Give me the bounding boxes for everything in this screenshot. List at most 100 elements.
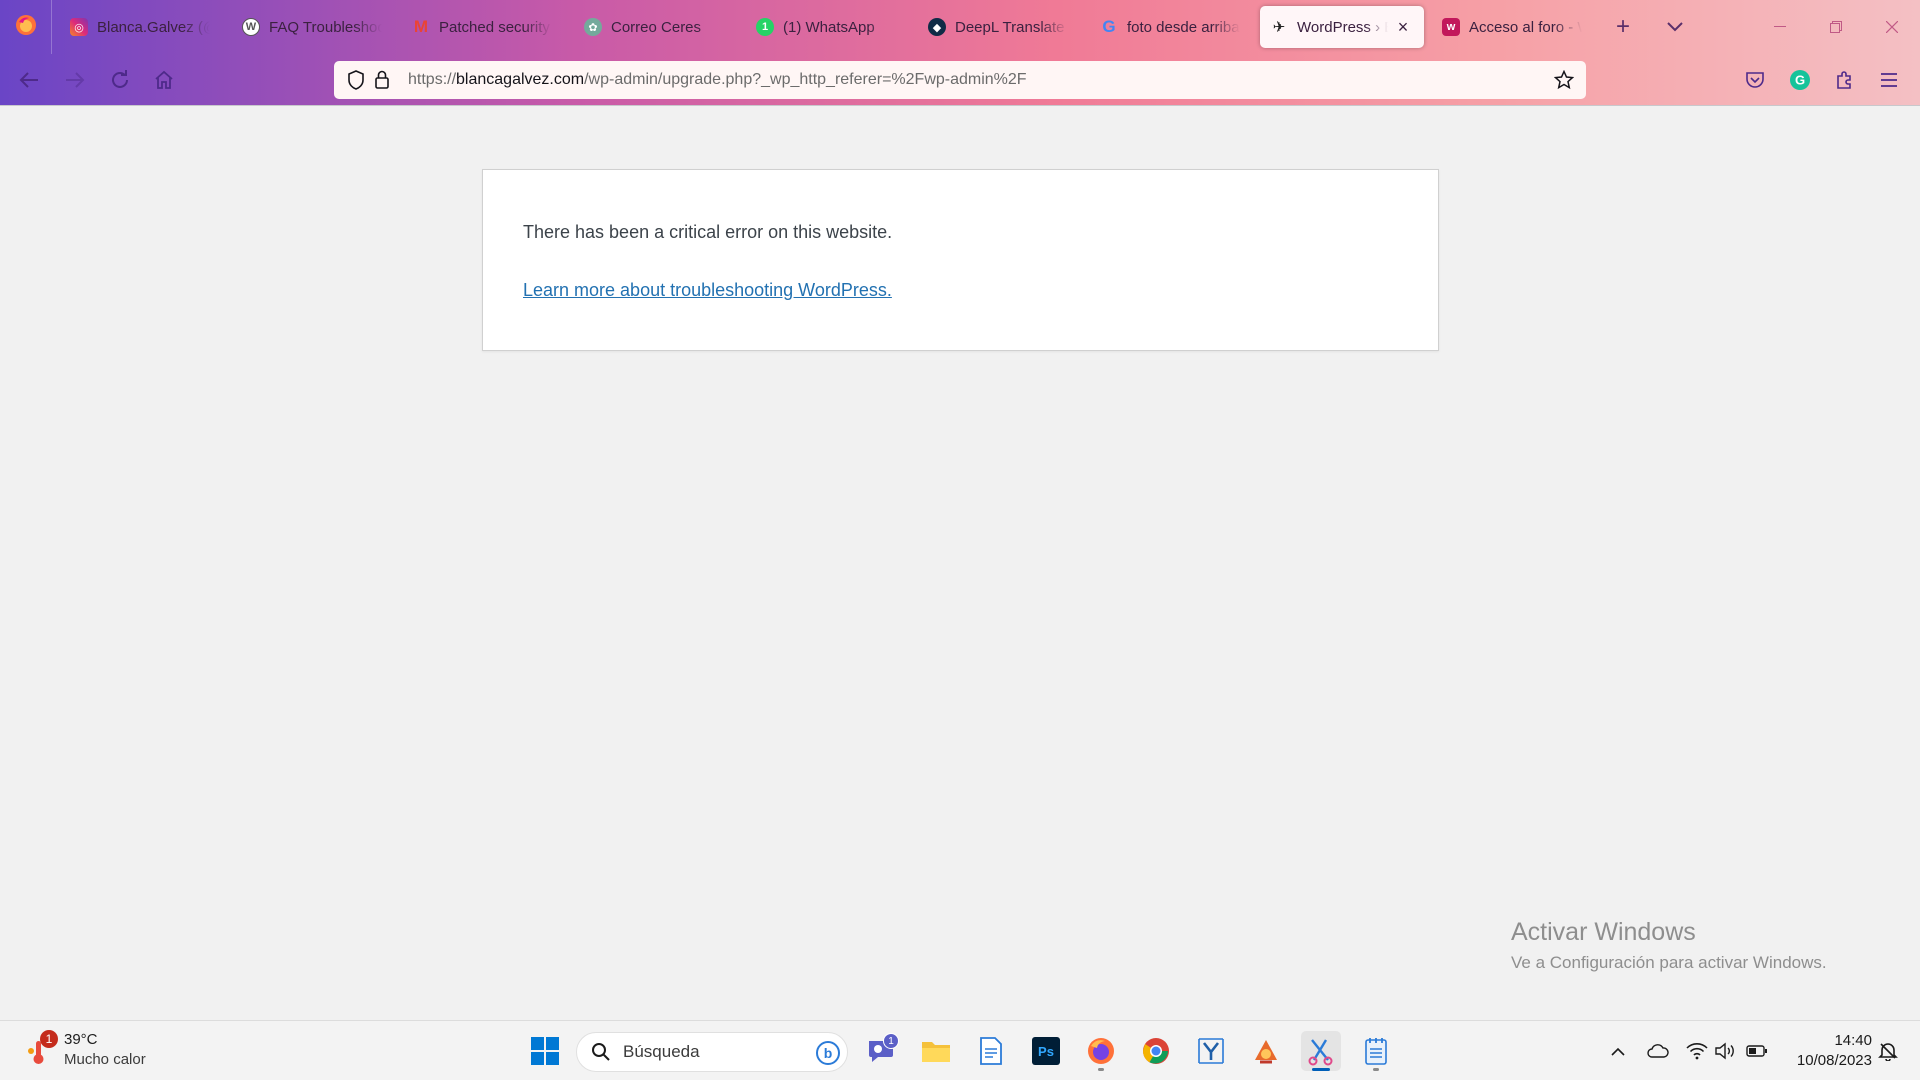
tab-label: foto desde arriba — [1127, 18, 1240, 36]
url-text[interactable]: https://blancagalvez.com/wp-admin/upgrad… — [408, 71, 1027, 89]
chrome-icon — [1142, 1038, 1169, 1064]
wifi-icon — [1686, 1043, 1708, 1060]
tab-whatsapp[interactable]: 1 (1) WhatsApp — [746, 6, 906, 48]
firefox-taskbar-button[interactable] — [1081, 1031, 1121, 1071]
gmail-icon: M — [413, 17, 429, 36]
arrow-right-icon — [66, 72, 85, 88]
tab-correo-ceres[interactable]: ✿ Correo Ceres — [574, 6, 734, 48]
tab-faq-troubleshooting[interactable]: W FAQ Troubleshooting — [232, 6, 392, 48]
weather-alert-badge: 1 — [40, 1030, 58, 1048]
close-window-button[interactable] — [1864, 0, 1920, 54]
firefox-view-button[interactable] — [0, 0, 52, 54]
pocket-button[interactable] — [1738, 63, 1772, 97]
clock-date: 10/08/2023 — [1796, 1052, 1872, 1069]
photoshop-icon: Ps — [1032, 1037, 1060, 1065]
google-icon: G — [1102, 17, 1116, 36]
browser-chrome: ◎ Blanca.Galvez (@blancagalvez) W FAQ Tr… — [0, 0, 1920, 106]
show-hidden-icons-button[interactable] — [1606, 1039, 1630, 1063]
extensions-button[interactable] — [1828, 63, 1862, 97]
tab-google-search[interactable]: G foto desde arriba — [1090, 6, 1250, 48]
cloud-icon — [1647, 1044, 1669, 1058]
minimize-icon — [1774, 26, 1786, 27]
yammer-app-button[interactable] — [1191, 1031, 1231, 1071]
close-icon — [1886, 21, 1898, 33]
grammarly-icon: G — [1790, 70, 1810, 90]
tab-deepl[interactable]: ◆ DeepL Translate — [918, 6, 1078, 48]
weather-temperature: 39°C — [64, 1031, 98, 1048]
home-icon — [155, 70, 173, 89]
grammarly-extension-button[interactable]: G — [1783, 63, 1817, 97]
bookmark-star-icon[interactable] — [1552, 68, 1576, 92]
folder-icon — [922, 1042, 950, 1062]
notepad-button[interactable] — [1356, 1031, 1396, 1071]
forward-button[interactable] — [58, 63, 92, 97]
tab-label: Patched security vulnerability — [439, 18, 552, 36]
firefox-icon — [1088, 1038, 1114, 1064]
battery-button[interactable] — [1745, 1039, 1769, 1063]
document-icon — [980, 1037, 1002, 1065]
windows-activation-watermark: Activar Windows Ve a Configuración para … — [1511, 918, 1827, 973]
restore-icon — [1830, 21, 1842, 33]
tab-strip: ◎ Blanca.Galvez (@blancagalvez) W FAQ Tr… — [0, 0, 1920, 54]
whatsapp-icon: 1 — [756, 18, 774, 36]
windows-logo-icon — [531, 1037, 559, 1065]
active-window-indicator — [1312, 1068, 1330, 1071]
notifications-button[interactable] — [1876, 1039, 1900, 1063]
app-menu-button[interactable] — [1872, 63, 1906, 97]
game-app-button[interactable] — [1246, 1031, 1286, 1071]
bing-icon: b — [816, 1041, 840, 1065]
onedrive-button[interactable] — [1646, 1039, 1670, 1063]
tab-gmail[interactable]: M Patched security vulnerability — [402, 6, 562, 48]
running-indicator — [1373, 1068, 1379, 1071]
tab-label: WordPress › Error — [1297, 18, 1388, 36]
tab-label: DeepL Translate — [955, 18, 1065, 36]
address-bar[interactable]: https://blancagalvez.com/wp-admin/upgrad… — [334, 61, 1586, 99]
home-button[interactable] — [147, 63, 181, 97]
tab-instagram[interactable]: ◎ Blanca.Galvez (@blancagalvez) — [60, 6, 220, 48]
instagram-icon: ◎ — [70, 18, 88, 36]
restore-button[interactable] — [1808, 0, 1864, 54]
tab-label: Blanca.Galvez (@blancagalvez) — [97, 18, 210, 36]
document-app-button[interactable] — [971, 1031, 1011, 1071]
system-clock[interactable]: 14:40 10/08/2023 — [1782, 1031, 1872, 1071]
list-all-tabs-button[interactable] — [1660, 12, 1690, 42]
back-button[interactable] — [12, 63, 46, 97]
forum-icon: w — [1442, 18, 1460, 36]
close-icon[interactable]: × — [1392, 16, 1414, 38]
teams-chat-button[interactable]: 1 — [861, 1031, 901, 1071]
y-app-icon — [1198, 1038, 1224, 1064]
hamburger-menu-icon — [1881, 73, 1897, 87]
speaker-icon — [1715, 1042, 1734, 1060]
wordpress-icon: W — [242, 18, 260, 36]
snipping-tool-button[interactable] — [1301, 1031, 1341, 1071]
chrome-button[interactable] — [1136, 1031, 1176, 1071]
svg-text:G: G — [1795, 73, 1805, 88]
wifi-button[interactable] — [1685, 1039, 1709, 1063]
reload-button[interactable] — [103, 63, 137, 97]
minimize-button[interactable] — [1752, 0, 1808, 54]
file-explorer-button[interactable] — [916, 1031, 956, 1071]
tab-wordpress-error[interactable]: ✈ WordPress › Error × — [1260, 6, 1424, 48]
weather-widget[interactable]: 1 39°C Mucho calor — [22, 1029, 182, 1073]
search-icon — [592, 1043, 610, 1061]
firefox-icon — [15, 14, 37, 41]
search-placeholder: Búsqueda — [623, 1042, 700, 1061]
running-indicator — [1098, 1068, 1104, 1071]
start-button[interactable] — [525, 1031, 565, 1071]
chevron-down-icon — [1667, 22, 1683, 32]
new-tab-button[interactable]: + — [1608, 12, 1638, 42]
tab-acceso-foro[interactable]: w Acceso al foro - W — [1432, 6, 1592, 48]
clock-time: 14:40 — [1834, 1032, 1872, 1049]
tab-label: (1) WhatsApp — [783, 18, 875, 36]
chevron-up-icon — [1611, 1047, 1625, 1056]
tracking-protection-icon[interactable] — [344, 68, 368, 92]
weather-condition: Mucho calor — [64, 1051, 146, 1068]
photoshop-button[interactable]: Ps — [1026, 1031, 1066, 1071]
lock-icon[interactable] — [370, 68, 394, 92]
troubleshooting-link[interactable]: Learn more about troubleshooting WordPre… — [523, 280, 892, 301]
notepad-icon — [1365, 1038, 1387, 1065]
taskbar-search-box[interactable]: Búsqueda b — [576, 1032, 848, 1072]
error-message-box: There has been a critical error on this … — [482, 169, 1439, 351]
page-content: There has been a critical error on this … — [0, 106, 1920, 1020]
volume-button[interactable] — [1713, 1039, 1737, 1063]
